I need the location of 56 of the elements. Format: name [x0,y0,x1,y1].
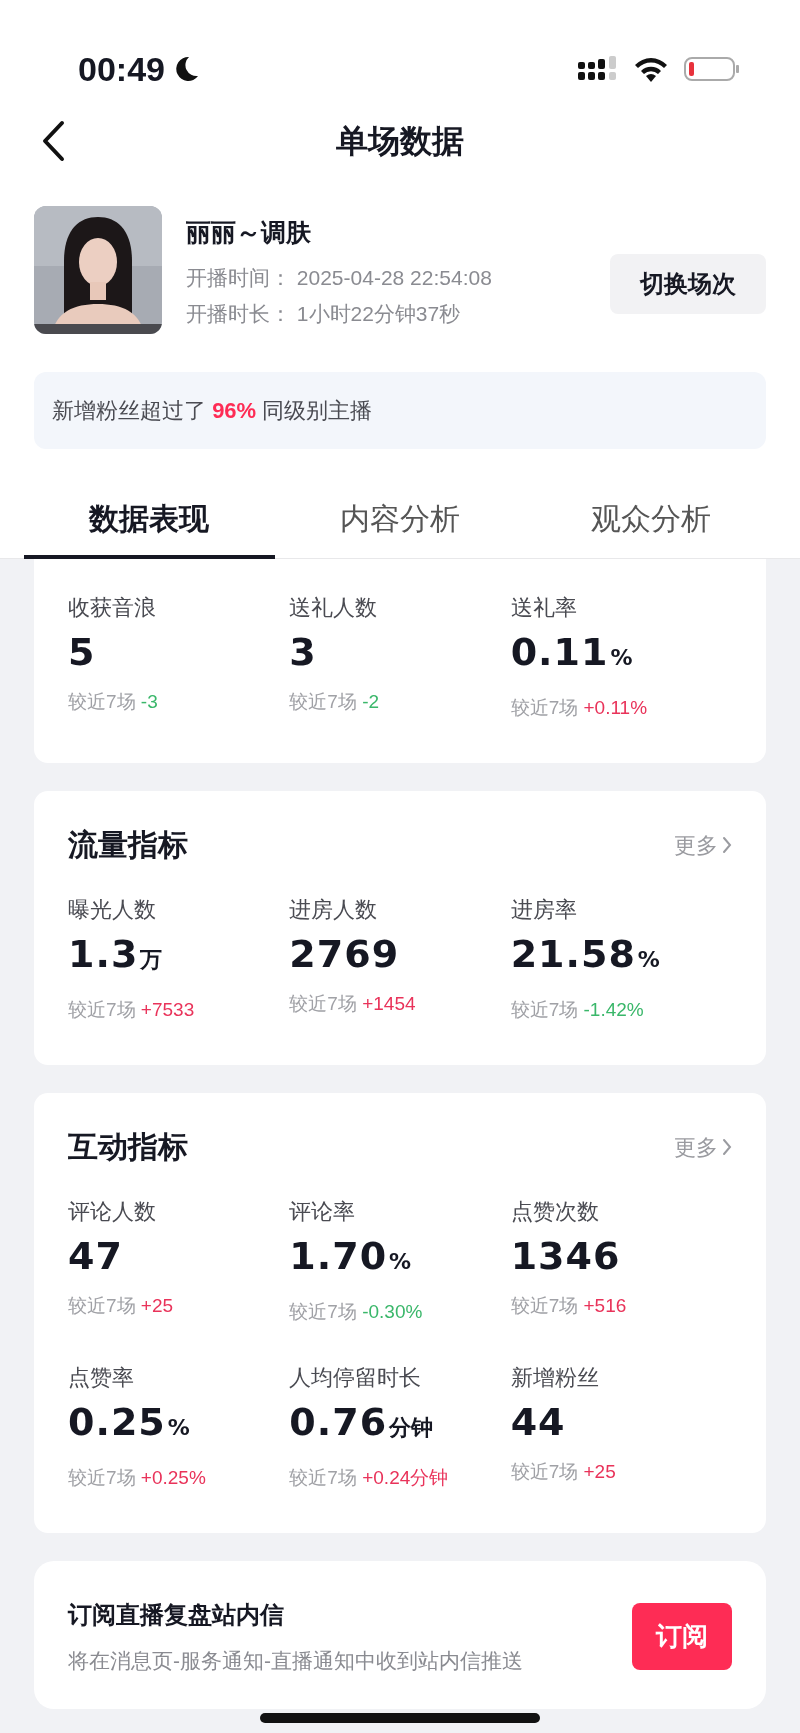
metric-comparison: 较近7场 -0.30% [289,1300,424,1324]
metric-comparison: 较近7场 +25 [510,1460,617,1484]
metric-comparison: 较近7场 +0.24分钟 [289,1466,450,1490]
start-time: 开播时间： 2025-04-28 22:54:08 [186,264,493,291]
status-time: 00:49 [78,49,165,89]
metric-value: 5 [68,629,97,676]
subscribe-description: 将在消息页-服务通知-直播通知中收到站内信推送 [68,1648,523,1674]
metric-value: 1346 [510,1233,622,1280]
tab[interactable]: 内容分析 [274,473,526,559]
section-title: 互动指标 [68,1129,188,1165]
switch-session-button[interactable]: 切换场次 [610,254,766,314]
battery-icon [684,55,740,83]
metric-label: 送礼人数 [289,594,379,622]
metric-value: 0.11% [510,629,634,676]
back-button[interactable] [40,120,66,162]
metric-value: 2769 [289,931,401,978]
metric-value: 1.70% [289,1233,413,1280]
metric-label: 点赞次数 [510,1198,600,1226]
metric-comparison: 较近7场 -1.42% [510,998,645,1022]
metric-value: 21.58% [510,931,661,978]
metric-value: 44 [510,1399,567,1446]
metric-label: 收获音浪 [68,594,157,622]
metric-comparison: 较近7场 +516 [510,1294,628,1318]
section-title: 流量指标 [68,827,188,863]
metric-comparison: 较近7场 +0.25% [68,1466,207,1490]
tab[interactable]: 观众分析 [525,473,776,559]
metric-value: 0.76 分钟 [289,1399,435,1446]
chevron-right-icon [722,836,732,854]
metric-value: 0.25% [68,1399,191,1446]
metric-value: 3 [289,629,318,676]
signal-icon [578,56,618,82]
chevron-right-icon [722,1138,732,1156]
metric-comparison: 较近7场 +7533 [68,998,196,1022]
metric-value: 47 [68,1233,124,1280]
metric-label: 人均停留时长 [289,1364,423,1392]
metric-label: 点赞率 [68,1364,135,1392]
subscribe-title: 订阅直播复盘站内信 [68,1600,285,1630]
metric-label: 评论人数 [68,1198,157,1226]
metric-comparison: 较近7场 -2 [289,690,381,714]
metric-comparison: 较近7场 -3 [68,690,159,714]
metric-label: 进房率 [510,896,578,924]
page-title: 单场数据 [336,122,464,161]
streamer-name: 丽丽～调肤 [186,217,312,248]
metric-comparison: 较近7场 +0.11% [510,696,649,720]
duration-text: 开播时长： 1小时22分钟37秒 [186,300,462,327]
metric-comparison: 较近7场 +25 [68,1294,175,1318]
fans-banner: 新增粉丝超过了 96% 同级别主播 [34,372,766,449]
metric-label: 曝光人数 [68,896,157,924]
subscribe-button[interactable]: 订阅 [632,1603,732,1671]
metric-label: 进房人数 [289,896,379,924]
metric-comparison: 较近7场 +1454 [289,992,417,1016]
wifi-icon [634,56,668,82]
metric-label: 评论率 [289,1198,357,1226]
metric-label: 送礼率 [510,594,578,622]
metric-value: 1.3 万 [68,931,164,978]
metric-label: 新增粉丝 [510,1364,600,1392]
